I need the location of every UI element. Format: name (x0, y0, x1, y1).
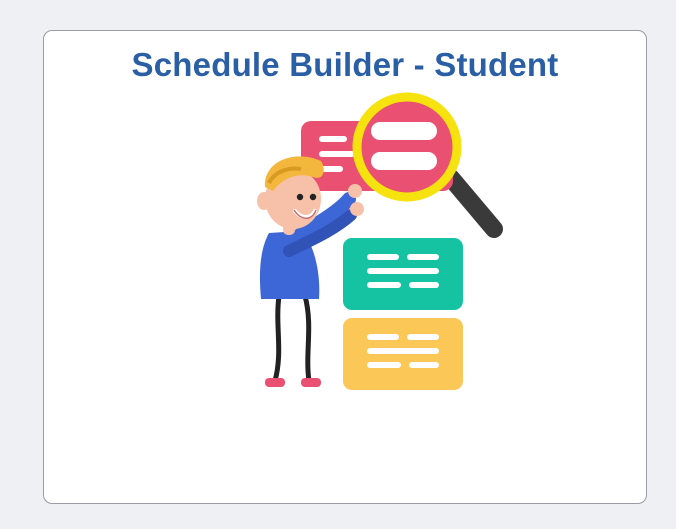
magnifier-icon (352, 92, 462, 202)
card-yellow (343, 318, 463, 390)
schedule-builder-tile[interactable]: Schedule Builder - Student (43, 30, 647, 504)
card-green (343, 238, 463, 310)
tile-title: Schedule Builder - Student (131, 46, 559, 83)
schedule-search-illustration (209, 91, 509, 431)
magnifier-handle (442, 169, 503, 238)
page: Schedule Builder - Student (0, 0, 676, 529)
